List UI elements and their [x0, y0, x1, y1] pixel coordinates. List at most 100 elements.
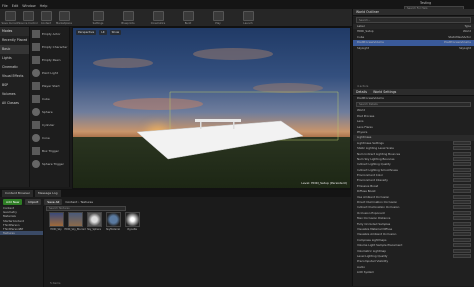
section-lod-system[interactable]: LOD System	[353, 270, 474, 275]
property-value[interactable]	[453, 162, 471, 167]
property-value[interactable]	[453, 232, 471, 237]
category-volumes[interactable]: Volumes	[0, 90, 29, 99]
menu-edit[interactable]: Edit	[12, 4, 19, 8]
settings-icon	[92, 11, 104, 21]
asset-tile[interactable]: HDRI_Sky	[48, 212, 64, 233]
tab-world-settings[interactable]: World Settings	[373, 89, 396, 95]
menu-window[interactable]: Window	[22, 4, 35, 8]
settings-button[interactable]: Settings	[90, 10, 106, 26]
folder-item[interactable]: Textures	[0, 231, 43, 236]
category-all-classes[interactable]: All Classes	[0, 99, 29, 108]
perspective-button[interactable]: Perspective	[76, 29, 97, 35]
property-value[interactable]	[453, 167, 471, 172]
build-icon	[182, 11, 194, 21]
content-icon	[40, 11, 52, 21]
property-value[interactable]	[453, 243, 471, 248]
asset-tile[interactable]: Sky_Sphere	[86, 212, 102, 233]
asset-count: 5 items	[50, 281, 61, 285]
list-item[interactable]: Cone	[30, 131, 69, 144]
list-item[interactable]: Cylinder	[30, 118, 69, 131]
list-item[interactable]: Empty Character	[30, 40, 69, 53]
cone-icon	[32, 133, 40, 142]
player-start-icon	[32, 81, 40, 90]
category-cinematic[interactable]: Cinematic	[0, 63, 29, 72]
property-value[interactable]	[453, 189, 471, 194]
details-object: PostProcessVolume	[357, 96, 384, 100]
blueprints-button[interactable]: Blueprints	[120, 10, 136, 26]
main-toolbar: Save Current Source Control Content Mark…	[0, 9, 352, 27]
category-lights[interactable]: Lights	[0, 54, 29, 63]
outliner-search[interactable]: Search...	[356, 17, 471, 23]
property-value[interactable]	[453, 200, 471, 205]
list-item[interactable]: Point Light	[30, 66, 69, 79]
property-value[interactable]	[453, 173, 471, 178]
menu-help[interactable]: Help	[40, 4, 48, 8]
list-item[interactable]: Cube	[30, 92, 69, 105]
world-outliner: World Outliner Search... Label Type HDRI_…	[352, 9, 474, 89]
blueprints-icon	[122, 11, 134, 21]
texture-thumbnail	[124, 212, 140, 227]
build-button[interactable]: Build	[180, 10, 196, 26]
property-value[interactable]	[453, 140, 471, 145]
property-value[interactable]	[453, 194, 471, 199]
sphere-thumbnail	[86, 212, 102, 227]
modes-panel: Modes Recently Placed Basic Lights Cinem…	[0, 27, 30, 187]
asset-tile[interactable]: SkyMaterial	[105, 212, 121, 233]
property-value[interactable]	[453, 221, 471, 226]
launch-button[interactable]: Launch	[240, 10, 256, 26]
list-item[interactable]: Player Start	[30, 79, 69, 92]
level-viewport[interactable]: Perspective Lit Show Level: HDRI_Setup (…	[72, 27, 351, 189]
property-value[interactable]	[453, 248, 471, 253]
content-button[interactable]: Content	[38, 10, 54, 26]
play-icon	[212, 11, 224, 21]
property-value[interactable]	[453, 253, 471, 258]
tab-content-browser[interactable]: Content Browser	[2, 190, 34, 197]
sphere-icon	[32, 107, 40, 116]
save-all-button[interactable]: Save All	[44, 198, 63, 205]
property-value[interactable]	[453, 205, 471, 210]
details-search[interactable]: Search Details	[356, 102, 471, 108]
source-control-button[interactable]: Source Control	[18, 10, 38, 26]
category-basic[interactable]: Basic	[0, 45, 29, 54]
list-item[interactable]: Empty Actor	[30, 27, 69, 40]
property-value[interactable]	[453, 226, 471, 231]
category-recent[interactable]: Recently Placed	[0, 36, 29, 45]
property-value[interactable]	[453, 237, 471, 242]
character-icon	[32, 42, 40, 51]
launch-icon	[242, 11, 254, 21]
outliner-title: World Outliner	[353, 9, 474, 16]
list-item[interactable]: Sphere Trigger	[30, 157, 69, 170]
property-value[interactable]	[453, 151, 471, 156]
tab-message-log[interactable]: Message Log	[35, 190, 61, 197]
content-browser-tabs: Content Browser Message Log	[0, 190, 351, 197]
lit-button[interactable]: Lit	[99, 29, 107, 35]
list-item[interactable]: Empty Pawn	[30, 53, 69, 66]
import-button[interactable]: Import	[25, 198, 42, 205]
list-item[interactable]: Sphere	[30, 105, 69, 118]
add-new-button[interactable]: Add New	[3, 198, 23, 205]
category-bsp[interactable]: BSP	[0, 81, 29, 90]
breadcrumb: Content › Textures	[65, 199, 93, 204]
property-value[interactable]	[453, 210, 471, 215]
property-value[interactable]	[453, 178, 471, 183]
point-light-icon	[32, 68, 40, 77]
marketplace-button[interactable]: Marketplace	[56, 10, 72, 26]
asset-tile[interactable]: HDRI_Sky_Blurred	[64, 212, 86, 233]
show-button[interactable]: Show	[109, 29, 122, 35]
play-button[interactable]: Play	[210, 10, 226, 26]
cube-icon	[32, 94, 40, 103]
list-item[interactable]: Box Trigger	[30, 144, 69, 157]
table-row[interactable]: SkyLight SkyLight	[353, 46, 474, 51]
save-button[interactable]: Save Current	[2, 10, 18, 26]
tab-details[interactable]: Details	[356, 89, 367, 95]
property-value[interactable]	[453, 183, 471, 188]
property-value[interactable]	[453, 216, 471, 221]
cylinder-icon	[32, 120, 40, 129]
category-visual-effects[interactable]: Visual Effects	[0, 72, 29, 81]
property-value[interactable]	[453, 156, 471, 161]
menu-file[interactable]: File	[2, 4, 8, 8]
cinematics-button[interactable]: Cinematics	[150, 10, 166, 26]
asset-search[interactable]: Search Textures	[46, 206, 126, 211]
asset-tile[interactable]: Vignette	[124, 212, 140, 233]
property-value[interactable]	[453, 146, 471, 151]
